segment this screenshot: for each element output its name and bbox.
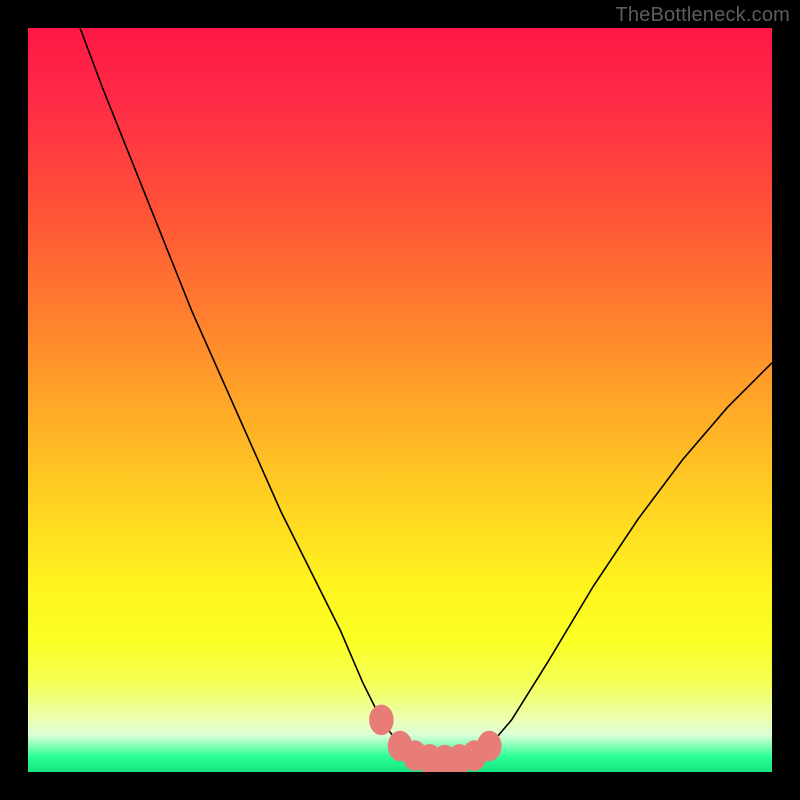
plot-area (28, 28, 772, 772)
watermark-text: TheBottleneck.com (615, 4, 790, 27)
bottom-markers (369, 705, 501, 772)
marker-point (477, 731, 501, 761)
bottleneck-curve (80, 28, 772, 760)
marker-point (369, 705, 393, 735)
curve-layer (28, 28, 772, 772)
chart-frame: TheBottleneck.com (0, 0, 800, 800)
